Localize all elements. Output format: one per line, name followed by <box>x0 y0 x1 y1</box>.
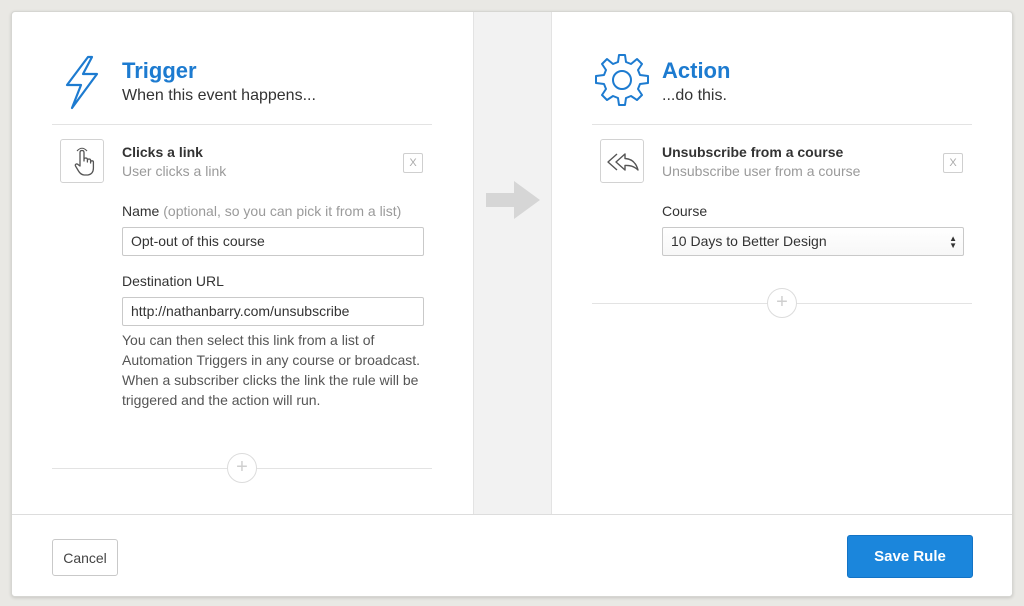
rule-editor-modal: Trigger When this event happens... Click… <box>11 11 1013 597</box>
action-title: Action <box>662 58 731 83</box>
modal-footer: Cancel Save Rule <box>12 514 1012 596</box>
course-field-label: Course <box>662 203 708 219</box>
cancel-button[interactable]: Cancel <box>52 539 118 576</box>
help-text: You can then select this link from a lis… <box>122 332 421 408</box>
lightning-icon <box>52 52 112 117</box>
action-item-title: Unsubscribe from a course <box>662 144 844 160</box>
add-trigger-button[interactable]: + <box>227 453 257 483</box>
divider <box>52 124 432 125</box>
action-item-icon-box <box>600 139 644 183</box>
remove-trigger-button[interactable]: X <box>403 153 423 173</box>
trigger-subtitle: When this event happens... <box>122 87 316 104</box>
trigger-item-icon-box <box>60 139 104 183</box>
trigger-title: Trigger <box>122 58 197 83</box>
trigger-item-title: Clicks a link <box>122 144 203 160</box>
trigger-panel: Trigger When this event happens... Click… <box>12 12 473 514</box>
arrow-right-icon <box>486 180 540 225</box>
name-label-hint: (optional, so you can pick it from a lis… <box>163 203 402 219</box>
trigger-item-subtitle: User clicks a link <box>122 163 227 179</box>
add-action-button[interactable]: + <box>767 288 797 318</box>
url-field-label: Destination URL <box>122 273 224 289</box>
destination-url-input[interactable]: http://nathanbarry.com/unsubscribe <box>122 297 424 326</box>
name-label-text: Name <box>122 203 160 219</box>
name-field-label: Name (optional, so you can pick it from … <box>122 203 401 219</box>
name-input[interactable]: Opt-out of this course <box>122 227 424 256</box>
action-item-subtitle: Unsubscribe user from a course <box>662 163 861 179</box>
flow-divider <box>473 12 552 514</box>
select-arrows-icon: ▲ ▼ <box>949 234 957 250</box>
gear-icon <box>592 52 652 117</box>
course-select[interactable]: 10 Days to Better Design ▲ ▼ <box>662 227 964 256</box>
save-rule-button[interactable]: Save Rule <box>847 535 973 578</box>
divider <box>592 124 972 125</box>
course-select-value: 10 Days to Better Design <box>671 233 827 249</box>
action-panel: Action ...do this. Unsubscribe from a co… <box>552 12 1012 514</box>
remove-action-button[interactable]: X <box>943 153 963 173</box>
action-subtitle: ...do this. <box>662 87 727 104</box>
